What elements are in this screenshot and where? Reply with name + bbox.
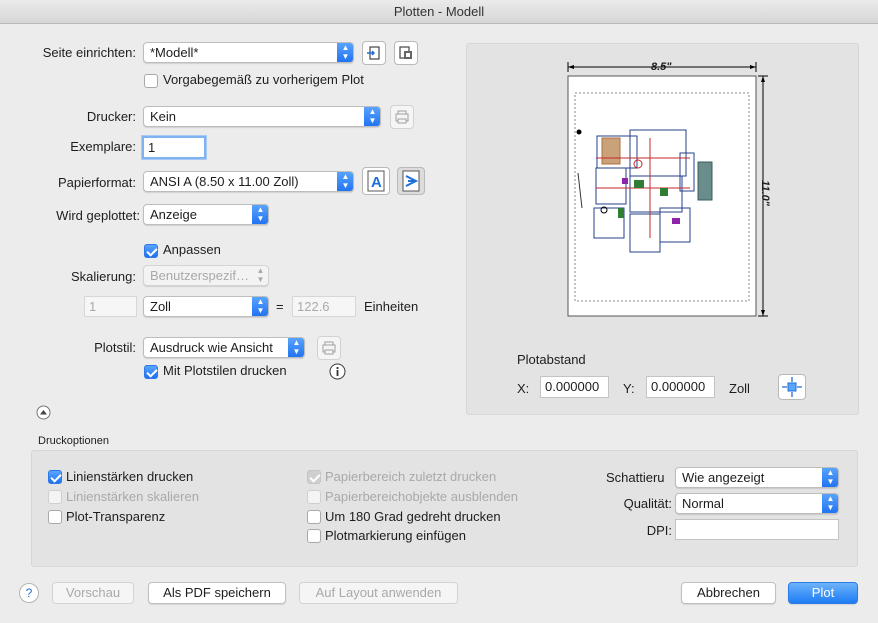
plot-offset-title: Plotabstand: [517, 352, 586, 367]
copies-input[interactable]: 1: [142, 136, 206, 159]
page-setup-default-label: Vorgabegemäß zu vorherigem Plot: [163, 72, 364, 87]
chevron-updown-icon: ▲ ▼: [252, 297, 268, 316]
printer-properties-icon: [395, 110, 409, 124]
rotate-180-checkbox[interactable]: [307, 510, 321, 524]
page-setup-value: *Modell*: [150, 45, 199, 60]
scale-left-input[interactable]: 1: [84, 296, 137, 317]
portrait-button[interactable]: A: [362, 167, 390, 195]
chevron-updown-icon: ▲ ▼: [822, 494, 838, 513]
plot-with-styles-label: Mit Plotstilen drucken: [163, 363, 287, 378]
scale-label: Skalierung:: [70, 269, 136, 284]
apply-to-layout-button[interactable]: Auf Layout anwenden: [299, 582, 458, 604]
save-pdf-button[interactable]: Als PDF speichern: [148, 582, 286, 604]
offset-x-input[interactable]: 0.000000: [540, 376, 609, 398]
quality-label: Qualität:: [623, 496, 672, 511]
scale-unit-select[interactable]: Zoll ▲ ▼: [143, 296, 269, 317]
printer-select[interactable]: Kein ▲ ▼: [143, 106, 381, 127]
plot-area-select[interactable]: Anzeige ▲ ▼: [143, 204, 269, 225]
landscape-orientation-icon: [402, 170, 420, 192]
import-page-setup-button[interactable]: [362, 41, 386, 65]
hide-paperspace-objects-label: Papierbereichobjekte ausblenden: [325, 489, 518, 504]
quality-value: Normal: [682, 496, 724, 511]
plot-stamp-label: Plotmarkierung einfügen: [325, 528, 466, 543]
shading-value: Wie angezeigt: [682, 470, 765, 485]
plot-preview: [567, 62, 768, 317]
quality-select[interactable]: Normal ▲ ▼: [675, 493, 839, 514]
plot-stamp-checkbox[interactable]: [307, 529, 321, 543]
offset-x-label: X:: [517, 381, 530, 396]
offset-y-input[interactable]: 0.000000: [646, 376, 715, 398]
equals-sign: =: [276, 299, 284, 314]
paperspace-last-checkbox[interactable]: [307, 470, 321, 484]
cancel-button[interactable]: Abbrechen: [681, 582, 776, 604]
window-title: Plotten - Modell: [0, 0, 878, 24]
printer-value: Kein: [150, 109, 177, 124]
print-options-title: Druckoptionen: [38, 435, 109, 447]
center-plot-icon: [782, 377, 802, 397]
plot-style-edit-icon: [322, 341, 336, 355]
shading-select[interactable]: Wie angezeigt ▲ ▼: [675, 467, 839, 488]
print-lineweights-checkbox[interactable]: [48, 470, 62, 484]
preview-width-label: 8.5": [651, 61, 672, 73]
scale-unit-value: Zoll: [150, 299, 171, 314]
chevron-updown-icon: ▲ ▼: [252, 205, 268, 224]
svg-text:A: A: [371, 174, 382, 191]
plot-style-select[interactable]: Ausdruck wie Ansicht ▲ ▼: [143, 337, 305, 358]
chevron-updown-icon: ▲ ▼: [337, 172, 353, 191]
chevron-updown-icon: ▲ ▼: [288, 338, 304, 357]
copies-label: Exemplare:: [70, 139, 136, 154]
printer-properties-button[interactable]: [390, 105, 414, 129]
page-setup-default-checkbox[interactable]: [144, 74, 158, 88]
plot-style-label: Plotstil:: [94, 340, 136, 355]
paperspace-last-label: Papierbereich zuletzt drucken: [325, 469, 497, 484]
import-icon: [367, 46, 380, 60]
paper-size-value: ANSI A (8.50 x 11.00 Zoll): [150, 174, 299, 189]
help-button[interactable]: ?: [19, 583, 39, 603]
collapse-options-icon[interactable]: [36, 405, 51, 420]
chevron-updown-icon: ▲ ▼: [364, 107, 380, 126]
scale-lineweights-checkbox[interactable]: [48, 490, 62, 504]
fit-to-paper-label: Anpassen: [163, 242, 221, 257]
center-plot-button[interactable]: [778, 374, 806, 400]
chevron-updown-icon: ▲ ▼: [822, 468, 838, 487]
printer-label: Drucker:: [86, 109, 136, 124]
dpi-label: DPI:: [646, 523, 672, 538]
chevron-updown-icon: ▲ ▼: [337, 43, 353, 62]
plot-transparency-checkbox[interactable]: [48, 510, 62, 524]
plot-style-edit-button[interactable]: [317, 336, 341, 360]
scale-right-input[interactable]: 122.6: [292, 296, 356, 317]
paper-size-select[interactable]: ANSI A (8.50 x 11.00 Zoll) ▲ ▼: [143, 171, 354, 192]
portrait-orientation-icon: A: [367, 170, 385, 192]
plot-with-styles-checkbox[interactable]: [144, 365, 158, 379]
scale-value: Benutzerspezif…: [150, 268, 249, 283]
plot-style-value: Ausdruck wie Ansicht: [150, 340, 273, 355]
chevron-updown-icon: ▲ ▼: [256, 266, 265, 284]
page-setup-select[interactable]: *Modell* ▲ ▼: [143, 42, 354, 63]
units-label: Einheiten: [364, 299, 419, 314]
offset-y-label: Y:: [623, 381, 635, 396]
plot-button[interactable]: Plot: [788, 582, 858, 604]
page-setup-label: Seite einrichten:: [42, 45, 136, 60]
scale-lineweights-label: Linienstärken skalieren: [66, 489, 199, 504]
landscape-button[interactable]: [397, 167, 425, 195]
offset-unit-label: Zoll: [729, 381, 750, 396]
dpi-input[interactable]: [675, 519, 839, 540]
preview-button[interactable]: Vorschau: [52, 582, 134, 604]
plot-area-value: Anzeige: [150, 207, 197, 222]
page-setup-manager-button[interactable]: [394, 41, 418, 65]
fit-to-paper-checkbox[interactable]: [144, 244, 158, 258]
page-setup-icon: [399, 46, 412, 59]
print-lineweights-label: Linienstärken drucken: [66, 469, 194, 484]
paper-size-label: Papierformat:: [57, 175, 136, 190]
shading-label: Schattieru: [606, 470, 665, 485]
preview-height-label: 11.0": [758, 180, 771, 206]
plot-transparency-label: Plot-Transparenz: [66, 509, 166, 524]
rotate-180-label: Um 180 Grad gedreht drucken: [325, 509, 501, 524]
scale-select[interactable]: Benutzerspezif… ▲ ▼: [143, 265, 269, 286]
plot-area-label: Wird geplottet:: [56, 208, 140, 223]
info-icon[interactable]: [329, 363, 346, 380]
hide-paperspace-objects-checkbox[interactable]: [307, 490, 321, 504]
